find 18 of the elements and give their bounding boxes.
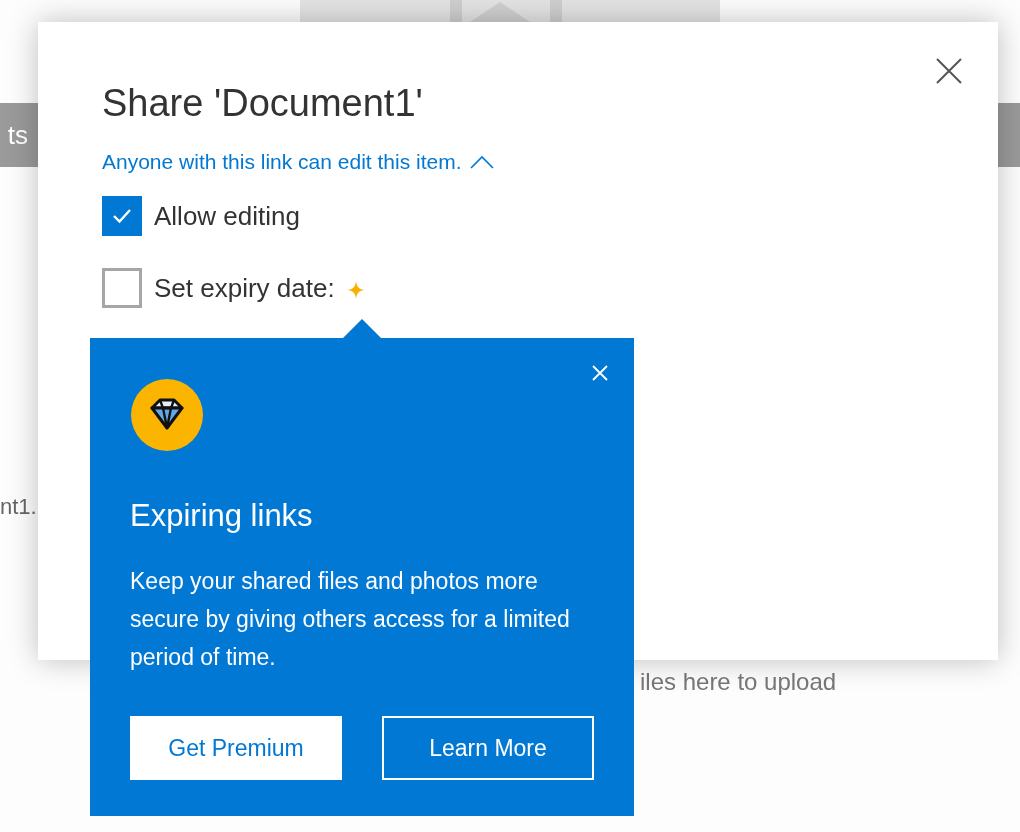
close-icon[interactable] (936, 58, 962, 84)
option-label: Set expiry date: (154, 272, 335, 304)
sparkle-icon (346, 281, 365, 299)
learn-more-button[interactable]: Learn More (382, 716, 594, 780)
checkmark-icon (111, 207, 133, 225)
nav-tab[interactable]: ts (0, 103, 38, 167)
callout-text: Keep your shared files and photos more secure by giving others access for a limited period of time. (130, 567, 571, 672)
upload-hint: iles here to upload (640, 668, 837, 696)
callout-title: Expiring links (130, 497, 314, 535)
checkbox[interactable] (102, 196, 142, 236)
premium-button[interactable]: Get Premium (130, 716, 342, 780)
option-label: Allow editing (154, 200, 300, 232)
file-name: nt1. (0, 494, 37, 520)
chevron-up-icon (469, 155, 494, 169)
dialog-title: Share 'Document1' (102, 81, 424, 126)
nav-tab-edge (998, 103, 1020, 167)
checkbox[interactable] (102, 268, 142, 308)
link-scope-link[interactable]: Anyone with this link can edit this item. (102, 150, 494, 174)
